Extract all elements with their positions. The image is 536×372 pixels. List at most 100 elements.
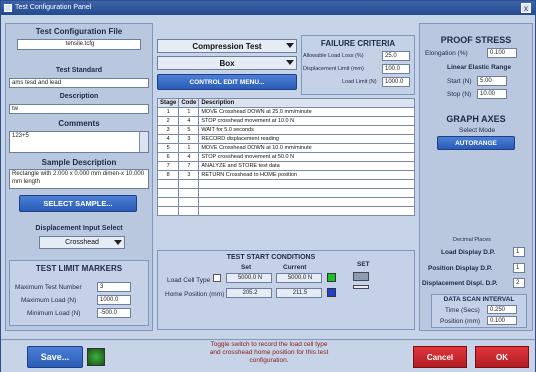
- data-scan-interval-title: DATA SCAN INTERVAL: [443, 296, 515, 303]
- table-header-row: Stage Code Description: [156, 98, 415, 108]
- stage-cell: [156, 206, 180, 216]
- set-toggle-slider[interactable]: [353, 285, 369, 289]
- code-cell: 3: [178, 170, 200, 180]
- failure-criteria-title: FAILURE CRITERIA: [320, 39, 396, 48]
- max-load-label: Maximum Load (N): [21, 297, 77, 304]
- stage-cell: 1: [156, 107, 180, 117]
- window-title: Test Configuration Panel: [15, 4, 92, 11]
- shape-select[interactable]: Box: [157, 56, 297, 70]
- select-sample-button[interactable]: SELECT SAMPLE...: [19, 195, 137, 212]
- comments-field[interactable]: 123+5: [9, 131, 149, 153]
- chevron-down-icon: [286, 43, 294, 48]
- code-cell: 1: [178, 107, 200, 117]
- test-standard-label: Test Standard: [55, 67, 103, 74]
- stop-label: Stop (N): [447, 91, 472, 98]
- load-cell-set-field[interactable]: 5000.0 N: [226, 273, 272, 283]
- description-cell: [198, 188, 415, 198]
- ok-button[interactable]: OK: [475, 346, 529, 368]
- stage-column-header: Stage: [156, 98, 180, 108]
- test-start-conditions-title: TEST START CONDITIONS: [226, 254, 316, 261]
- stop-field[interactable]: 10.00: [477, 89, 507, 99]
- save-button[interactable]: Save...: [27, 346, 83, 368]
- load-cell-toggle-checkbox[interactable]: [213, 274, 221, 282]
- description-cell: STOP crosshead movement at 10.0 N: [198, 116, 415, 126]
- allowable-load-loss-field[interactable]: 25.0: [382, 51, 410, 61]
- table-row[interactable]: [156, 188, 415, 198]
- code-cell: [178, 179, 200, 189]
- description-cell: [198, 179, 415, 189]
- scan-time-field[interactable]: 0.250: [487, 305, 517, 314]
- description-cell: WAIT for 5.0 seconds: [198, 125, 415, 135]
- description-cell: RECORD displacement reading: [198, 134, 415, 144]
- displacement-limit-field[interactable]: 100.0: [382, 64, 410, 74]
- table-row[interactable]: 3 5 WAIT for 5.0 seconds: [156, 125, 415, 135]
- test-configuration-window: Test Configuration Panel x Test Configur…: [0, 0, 536, 372]
- test-config-file-field[interactable]: tensile.tcfg: [17, 39, 141, 50]
- displacement-input-select[interactable]: Crosshead: [39, 236, 125, 249]
- cancel-button[interactable]: Cancel: [413, 346, 467, 368]
- stage-cell: 2: [156, 116, 180, 126]
- stage-cell: 4: [156, 134, 180, 144]
- table-row[interactable]: 1 1 MOVE Crosshead DOWN at 25.0 mm/minute: [156, 107, 415, 117]
- table-row[interactable]: 6 4 STOP crosshead movement at 50.0 N: [156, 152, 415, 162]
- table-row[interactable]: [156, 206, 415, 216]
- table-row[interactable]: 2 4 STOP crosshead movement at 10.0 N: [156, 116, 415, 126]
- stage-cell: 3: [156, 125, 180, 135]
- scan-position-label: Position (mm): [440, 318, 481, 325]
- chevron-down-icon: [286, 60, 294, 65]
- displacement-limit-label: Displacement Limit (mm): [303, 66, 364, 72]
- description-field[interactable]: tw: [9, 104, 149, 114]
- code-cell: [178, 188, 200, 198]
- code-column-header: Code: [178, 98, 200, 108]
- table-row[interactable]: 8 3 RETURN Crosshead to HOME position: [156, 170, 415, 180]
- table-row[interactable]: [156, 197, 415, 207]
- code-cell: 3: [178, 134, 200, 144]
- comments-scrollbar[interactable]: [139, 132, 148, 152]
- load-display-dp-field[interactable]: 1: [513, 247, 525, 257]
- code-cell: [178, 206, 200, 216]
- displacement-display-dp-field[interactable]: 2: [513, 278, 525, 288]
- load-limit-label: Load Limit (N): [342, 79, 377, 85]
- set-column-label: Set: [241, 264, 252, 271]
- description-cell: MOVE Crosshead DOWN at 10.0 mm/minute: [198, 143, 415, 153]
- load-display-dp-label: Load Display D.P.: [441, 249, 496, 256]
- test-config-file-label: Test Configuration File: [35, 27, 123, 36]
- graph-axes-title: GRAPH AXES: [446, 114, 506, 124]
- test-type-select[interactable]: Compression Test: [157, 39, 297, 53]
- load-limit-field[interactable]: 1000.0: [382, 77, 410, 87]
- stage-cell: 7: [156, 161, 180, 171]
- table-row[interactable]: 4 3 RECORD displacement reading: [156, 134, 415, 144]
- title-bar: Test Configuration Panel x: [1, 1, 535, 15]
- test-limit-markers-title: TEST LIMIT MARKERS: [35, 264, 123, 273]
- home-position-label: Home Position (mm): [165, 291, 225, 298]
- control-edit-menu-button[interactable]: CONTROL EDIT MENU...: [157, 74, 297, 90]
- code-cell: 7: [178, 161, 200, 171]
- home-position-set-field[interactable]: 205.2: [226, 288, 272, 298]
- close-icon[interactable]: x: [521, 3, 531, 13]
- position-display-dp-field[interactable]: 1: [513, 263, 525, 273]
- home-position-current-field: 211.5: [276, 288, 322, 298]
- test-standard-field[interactable]: ams tesd and lead: [9, 78, 149, 88]
- stage-cell: 6: [156, 152, 180, 162]
- load-cell-status-indicator: [327, 273, 336, 282]
- sample-description-field[interactable]: Rectangle with 2.000 x 0.000 mm dimen-x …: [9, 169, 149, 189]
- scan-position-field[interactable]: 0.100: [487, 316, 517, 325]
- min-load-field[interactable]: -500.0: [97, 308, 131, 318]
- min-load-label: Minimum Load (N): [27, 310, 81, 317]
- elongation-field[interactable]: 0.100: [487, 48, 517, 58]
- stage-cell: 8: [156, 170, 180, 180]
- table-row[interactable]: 5 1 MOVE Crosshead DOWN at 10.0 mm/minute: [156, 143, 415, 153]
- app-icon: [4, 4, 12, 12]
- start-field[interactable]: 5.00: [477, 76, 507, 86]
- set-toggle-switch[interactable]: [353, 272, 369, 281]
- table-row[interactable]: [156, 179, 415, 189]
- max-test-number-field[interactable]: 3: [97, 282, 131, 292]
- autorange-button[interactable]: AUTORANGE: [437, 136, 515, 150]
- tooltip-text: Toggle switch to record the load cell ty…: [209, 341, 329, 364]
- max-load-field[interactable]: 1000.0: [97, 295, 131, 305]
- description-cell: STOP crosshead movement at 50.0 N: [198, 152, 415, 162]
- save-status-indicator: [87, 348, 105, 366]
- elongation-label: Elongation (%): [425, 50, 468, 57]
- test-type-value: Compression Test: [192, 42, 262, 51]
- table-row[interactable]: 7 7 ANALYZE and STORE test data: [156, 161, 415, 171]
